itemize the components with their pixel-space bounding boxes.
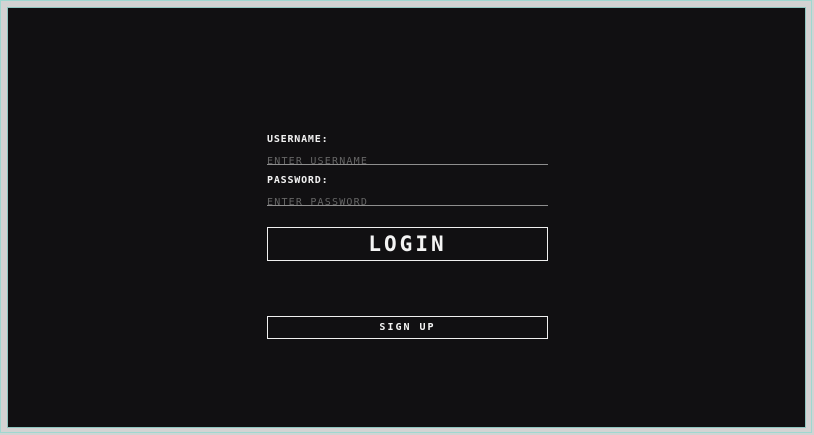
password-input[interactable]: [267, 195, 548, 210]
username-field-wrapper: [267, 149, 548, 169]
login-panel: USERNAME: PASSWORD: LOGIN SIGN UP: [7, 7, 806, 428]
signup-button[interactable]: SIGN UP: [267, 316, 548, 339]
password-field-wrapper: [267, 190, 548, 210]
password-label: PASSWORD:: [267, 175, 329, 186]
username-label: USERNAME:: [267, 134, 329, 145]
login-button[interactable]: LOGIN: [267, 227, 548, 261]
username-input[interactable]: [267, 154, 548, 169]
